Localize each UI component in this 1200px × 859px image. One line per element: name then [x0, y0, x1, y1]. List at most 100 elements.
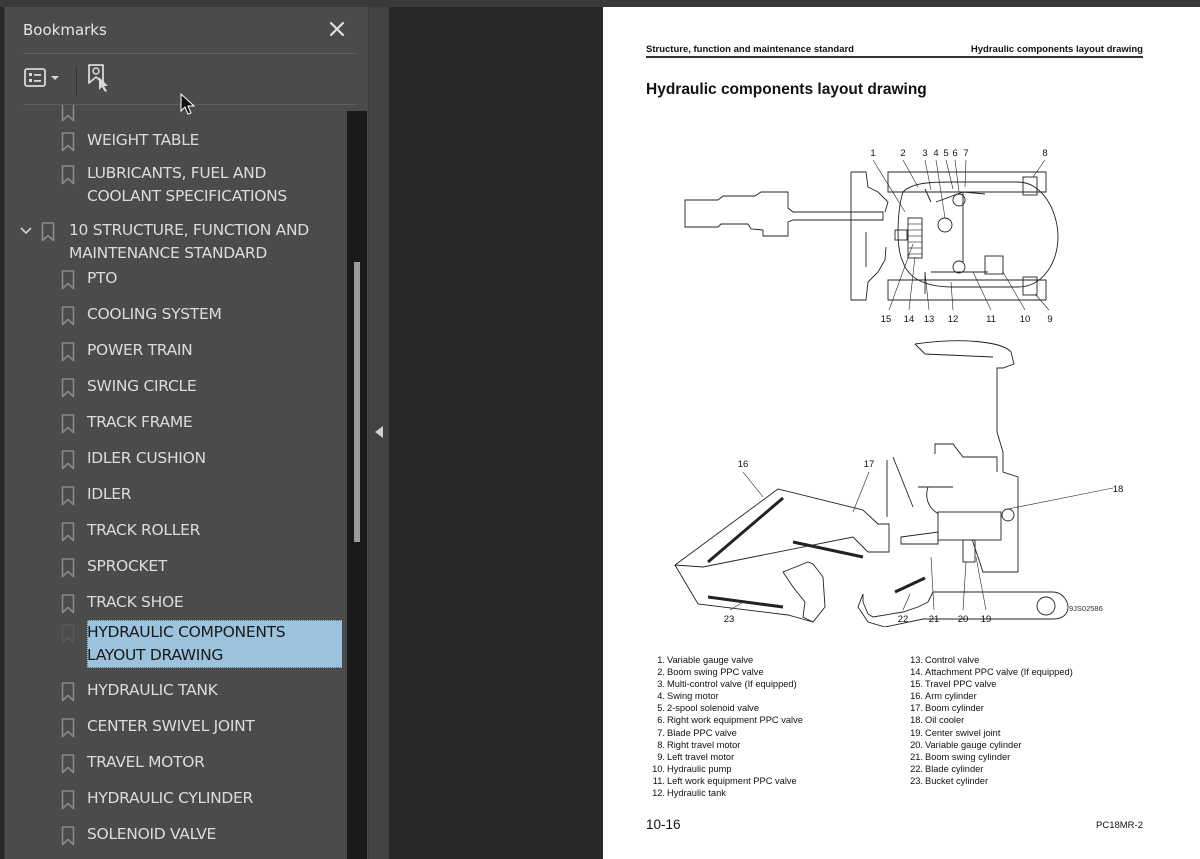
- figure-drawing: 1 2 3 4 5 6 7 89101112131415 16 17181920212223: [673, 148, 1124, 628]
- close-icon[interactable]: [325, 17, 349, 41]
- bookmark-item[interactable]: TRACK FRAME: [5, 410, 342, 440]
- legend-item: 15. Travel PPC valve: [907, 678, 1073, 690]
- legend-text: Variable gauge valve: [667, 655, 754, 665]
- chevron-down-icon[interactable]: [18, 223, 34, 239]
- bookmark-item[interactable]: HYDRAULIC COMPONENTS LAYOUT DRAWING: [5, 620, 342, 668]
- bookmark-label: WEIGHT TABLE: [87, 131, 200, 149]
- bookmark-item[interactable]: 10 STRUCTURE, FUNCTION AND MAINTENANCE ST…: [5, 218, 342, 266]
- callout-number: 13: [924, 314, 935, 325]
- bookmark-item[interactable]: POWER TRAIN: [5, 338, 342, 368]
- callout-number: 15: [881, 314, 892, 325]
- find-current-bookmark-button[interactable]: [85, 63, 113, 93]
- callout-number: 1: [870, 148, 875, 159]
- bookmark-item[interactable]: SPECIFICATIONS: [5, 105, 342, 128]
- bookmark-icon: [61, 270, 75, 290]
- legend-item: 12. Hydraulic tank: [649, 787, 803, 799]
- bookmark-icon: [61, 378, 75, 398]
- legend-text: Right work equipment PPC valve: [667, 715, 803, 726]
- bookmark-item[interactable]: SPROCKET: [5, 554, 342, 584]
- bookmark-item[interactable]: WEIGHT TABLE: [5, 128, 342, 158]
- legend-item: 3. Multi-control valve (If equipped): [649, 678, 803, 690]
- header-rule: [646, 56, 1143, 58]
- callout-number: 19: [981, 614, 992, 625]
- bookmark-item[interactable]: SOLENOID VALVE: [5, 822, 342, 852]
- bookmark-item[interactable]: LUBRICANTS, FUEL AND COOLANT SPECIFICATIO…: [5, 161, 342, 209]
- legend-number: 19.: [910, 727, 923, 738]
- callout-number: 22: [898, 614, 909, 625]
- legend-number: 2.: [657, 667, 665, 678]
- legend-text: Variable gauge cylinder: [925, 739, 1022, 750]
- callout-number: 7: [963, 148, 968, 159]
- bookmark-icon: [61, 486, 75, 506]
- legend-text: Right travel motor: [667, 739, 741, 750]
- legend-number: 21.: [910, 751, 923, 762]
- legend-number: 12.: [652, 788, 665, 799]
- top-view-blade: [850, 171, 889, 301]
- legend-text: Left work equipment PPC valve: [667, 775, 797, 786]
- page-number: 10-16: [646, 817, 681, 832]
- callout-number: 17: [864, 459, 875, 470]
- bookmark-options-button[interactable]: [23, 66, 63, 90]
- callout-number: 5: [943, 148, 948, 159]
- bookmark-item[interactable]: COOLING SYSTEM: [5, 302, 342, 332]
- bookmark-item[interactable]: HYDRAULIC TANK: [5, 678, 342, 708]
- legend-column-right: 13. Control valve 14. Attachment PPC valve …: [907, 654, 1073, 787]
- bookmark-item[interactable]: TRACK SHOE: [5, 590, 342, 620]
- bookmark-item[interactable]: IDLER: [5, 482, 342, 512]
- legend-text: Attachment PPC valve (If equipped): [925, 667, 1073, 678]
- callout-number: 20: [958, 614, 969, 625]
- bookmark-item[interactable]: PTO: [5, 266, 342, 296]
- legend-item: 2. Boom swing PPC valve: [649, 666, 803, 678]
- legend-item: 6. Right work equipment PPC valve: [649, 714, 803, 726]
- bookmark-icon: [61, 790, 75, 810]
- bookmark-label-line2: COOLANT SPECIFICATIONS: [87, 187, 287, 205]
- legend-number: 20.: [910, 739, 923, 750]
- top-view-left-track: [887, 279, 1047, 301]
- bookmark-label: LUBRICANTS, FUEL AND: [87, 164, 267, 182]
- bookmark-item[interactable]: IDLER CUSHION: [5, 446, 342, 476]
- toolbar-separator: [76, 67, 77, 97]
- callout-number: 18: [1113, 484, 1124, 495]
- top-view-swing-motor: [937, 217, 953, 233]
- bookmark-tree: SPECIFICATIONS WEIGHT TABLE LUBRICANTS, FU…: [5, 105, 342, 859]
- figure-id: 9JS02586: [1069, 604, 1103, 613]
- bookmark-item[interactable]: CENTER SWIVEL JOINT: [5, 714, 342, 744]
- bookmark-label: IDLER CUSHION: [87, 449, 206, 467]
- bookmark-label: PTO: [87, 269, 118, 287]
- legend-item: 10. Hydraulic pump: [649, 763, 803, 775]
- bookmark-label: COOLING SYSTEM: [87, 305, 222, 323]
- legend-text: Blade PPC valve: [667, 727, 737, 738]
- legend-item: 8. Right travel motor: [649, 739, 803, 751]
- bookmark-label: SWING CIRCLE: [87, 377, 197, 395]
- bookmark-icon: [61, 558, 75, 578]
- callout-number: 4: [933, 148, 938, 159]
- bookmark-icon: [61, 682, 75, 702]
- side-view-control-valve: [937, 511, 1002, 541]
- page-header-topic: Hydraulic components layout drawing: [970, 44, 1143, 55]
- bookmark-label: CENTER SWIVEL JOINT: [87, 717, 255, 735]
- side-view-arm: [674, 564, 814, 623]
- legend-item: 13. Control valve: [907, 654, 1073, 666]
- collapse-left-arrow-icon: [375, 426, 383, 438]
- header-divider: [23, 53, 358, 54]
- pdf-viewer-app: Bookmarks WEIGHT TABLE LUBRICANTS, FUEL …: [0, 0, 1200, 859]
- top-view-boom: [684, 191, 884, 237]
- collapse-sidebar-button[interactable]: [368, 7, 389, 859]
- bookmark-icon: [61, 450, 75, 470]
- legend-text: Center swivel joint: [925, 727, 1001, 738]
- legend-item: 11. Left work equipment PPC valve: [649, 775, 803, 787]
- callout-number: 16: [738, 459, 749, 470]
- legend-number: 8.: [657, 739, 665, 750]
- bookmark-item[interactable]: HYDRAULIC CYLINDER: [5, 786, 342, 816]
- legend-number: 1.: [657, 655, 665, 665]
- bookmark-item[interactable]: SWING CIRCLE: [5, 374, 342, 404]
- scrollbar-thumb[interactable]: [354, 262, 360, 542]
- bookmark-item[interactable]: TRAVEL MOTOR: [5, 750, 342, 780]
- bookmark-icon: [61, 105, 75, 122]
- bookmark-icon: [61, 594, 75, 614]
- legend-item: 9. Left travel motor: [649, 751, 803, 763]
- legend-item: 22. Blade cylinder: [907, 763, 1073, 775]
- side-view-blade-cylinder: [894, 576, 926, 594]
- callout-number: 21: [929, 614, 940, 625]
- bookmark-item[interactable]: TRACK ROLLER: [5, 518, 342, 548]
